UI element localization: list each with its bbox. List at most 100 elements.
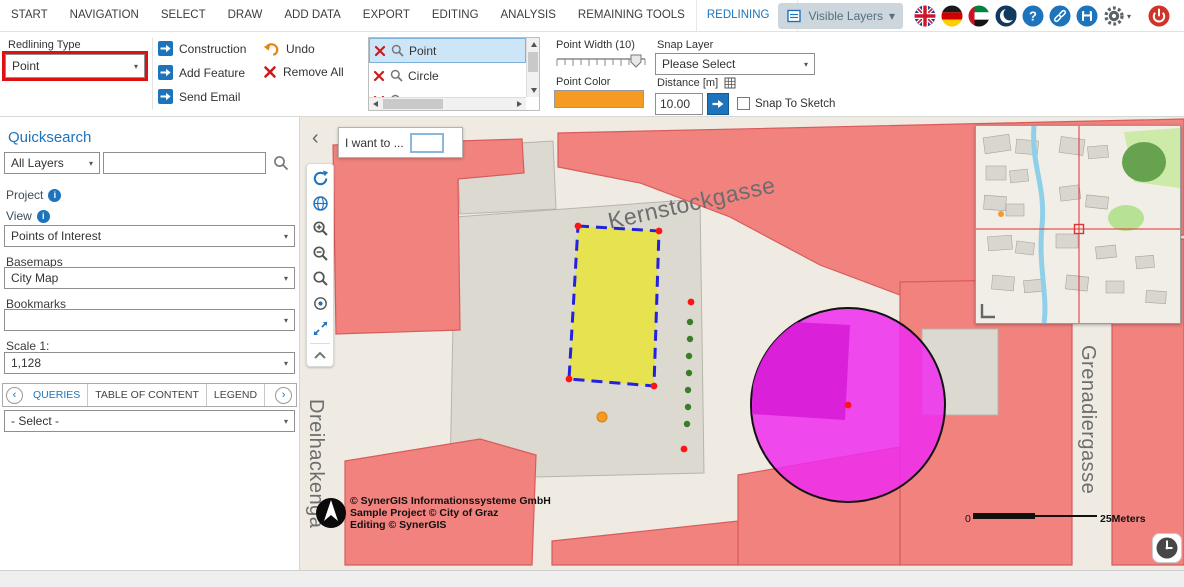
snap-to-sketch-checkbox-row[interactable]: Snap To Sketch [737,97,835,110]
vertex-point[interactable] [651,383,658,390]
info-icon[interactable]: i [37,210,50,223]
share-link-icon[interactable] [1049,5,1071,27]
circle-center-vertex[interactable] [845,402,852,409]
save-icon[interactable] [1076,5,1098,27]
zoom-window-button[interactable] [307,266,333,291]
globe-extent-button[interactable] [307,191,333,216]
settings-gear-button[interactable]: ▾ [1103,5,1131,27]
vertical-scrollbar[interactable] [526,38,539,97]
gear-icon [1103,5,1125,27]
refresh-map-button[interactable] [307,166,333,191]
add-feature-button[interactable]: Add Feature [158,65,245,80]
tab-select[interactable]: SELECT [150,0,217,31]
redline-point-sketch[interactable] [597,412,607,422]
scale-dropdown[interactable]: 1,128 ▾ [4,352,295,374]
info-icon[interactable]: i [48,189,61,202]
north-arrow [316,498,346,528]
language-arabic-flag-icon[interactable] [968,5,990,27]
tab-clipped[interactable]: L [264,384,272,406]
toolbar-collapse-button[interactable] [307,346,333,364]
status-bar [0,570,1184,587]
zoom-in-button[interactable] [307,216,333,241]
chevron-down-icon: ▾ [89,159,93,168]
overview-map[interactable] [975,125,1181,324]
snap-layer-dropdown[interactable]: Please Select ▾ [655,53,815,75]
scroll-down-arrow[interactable] [527,84,540,97]
shape-row-point[interactable]: Point [369,38,526,63]
map-viewport[interactable]: Kernstockgasse Dreihackenga Grenadiergas… [300,117,1184,570]
tab-add-data[interactable]: ADD DATA [273,0,351,31]
delete-x-icon[interactable] [374,45,386,57]
redlining-type-dropdown[interactable]: Point ▾ [5,54,145,78]
send-email-label: Send Email [179,90,240,104]
apply-distance-button[interactable] [707,93,729,115]
i-want-to-widget[interactable]: I want to ... [338,127,463,158]
full-extent-button[interactable] [307,316,333,341]
tab-navigation[interactable]: NAVIGATION [59,0,150,31]
vertex-point[interactable] [681,446,688,453]
horizontal-scrollbar[interactable] [369,97,526,110]
construction-button[interactable]: Construction [158,41,246,56]
chevron-down-icon: ▾ [804,60,808,69]
shape-row-partial[interactable] [369,88,526,97]
point-width-slider[interactable] [555,53,647,73]
vertex-point[interactable] [688,299,695,306]
basemaps-dropdown[interactable]: City Map ▾ [4,267,295,289]
tabs-scroll-right-button[interactable]: › [275,387,292,404]
chevron-down-icon: ▾ [1127,12,1131,21]
visible-layers-button[interactable]: Visible Layers ▾ [778,3,903,29]
tab-redlining-label: REDLINING [707,0,770,31]
layer-filter-value: All Layers [11,156,64,170]
tabs-scroll-left-button[interactable]: ‹ [6,387,23,404]
night-mode-moon-icon[interactable] [995,5,1017,27]
help-icon[interactable]: ? [1022,5,1044,27]
zoom-to-icon[interactable] [390,69,403,82]
snap-to-sketch-checkbox[interactable] [737,97,750,110]
search-layer-filter-dropdown[interactable]: All Layers ▾ [4,152,100,174]
time-slider-button[interactable] [1152,533,1182,563]
shape-row-circle[interactable]: Circle [369,63,526,88]
language-german-flag-icon[interactable] [941,5,963,27]
zoom-out-button[interactable] [307,241,333,266]
send-email-button[interactable]: Send Email [158,89,240,104]
tab-analysis[interactable]: ANALYSIS [490,0,567,31]
overview-hill [1122,142,1166,182]
vertex-point[interactable] [566,376,573,383]
tab-draw[interactable]: DRAW [217,0,274,31]
scrollbar-thumb[interactable] [528,52,538,72]
bookmarks-dropdown[interactable]: ▾ [4,309,295,331]
tab-start[interactable]: START [0,0,59,31]
calculator-grid-icon[interactable] [724,77,736,89]
tab-remaining-tools[interactable]: REMAINING TOOLS [567,0,696,31]
i-want-to-input[interactable] [410,133,444,153]
remove-all-button[interactable]: Remove All [263,65,344,79]
vertex-point[interactable] [656,228,663,235]
redline-rectangle-sketch[interactable] [569,226,659,386]
tab-legend[interactable]: LEGEND [206,384,264,406]
search-icon[interactable] [273,155,289,171]
tab-table-of-content[interactable]: TABLE OF CONTENT [87,384,206,406]
scroll-up-arrow[interactable] [527,38,540,51]
view-dropdown[interactable]: Points of Interest ▾ [4,225,295,247]
chevron-down-icon: ▾ [134,62,138,71]
quicksearch-input[interactable] [103,152,266,174]
panel-collapse-chevron[interactable]: ‹ [312,128,319,148]
language-english-flag-icon[interactable] [914,5,936,27]
delete-x-icon[interactable] [373,70,385,82]
tab-export[interactable]: EXPORT [352,0,421,31]
scroll-right-arrow[interactable] [513,98,526,111]
logout-power-icon[interactable] [1148,5,1170,27]
scrollbar-thumb[interactable] [383,99,443,109]
scroll-left-arrow[interactable] [369,98,382,111]
distance-input[interactable] [655,93,703,115]
locate-position-button[interactable] [307,291,333,316]
point-color-swatch[interactable] [554,90,644,108]
vertex-point[interactable] [575,223,582,230]
undo-button[interactable]: Undo [263,41,315,57]
slider-handle[interactable] [631,55,641,67]
query-select-dropdown[interactable]: - Select - ▾ [4,410,295,432]
tab-queries[interactable]: QUERIES [26,384,87,406]
quicksearch-title[interactable]: Quicksearch [8,129,91,146]
zoom-to-icon[interactable] [391,44,404,57]
tab-editing[interactable]: EDITING [421,0,490,31]
